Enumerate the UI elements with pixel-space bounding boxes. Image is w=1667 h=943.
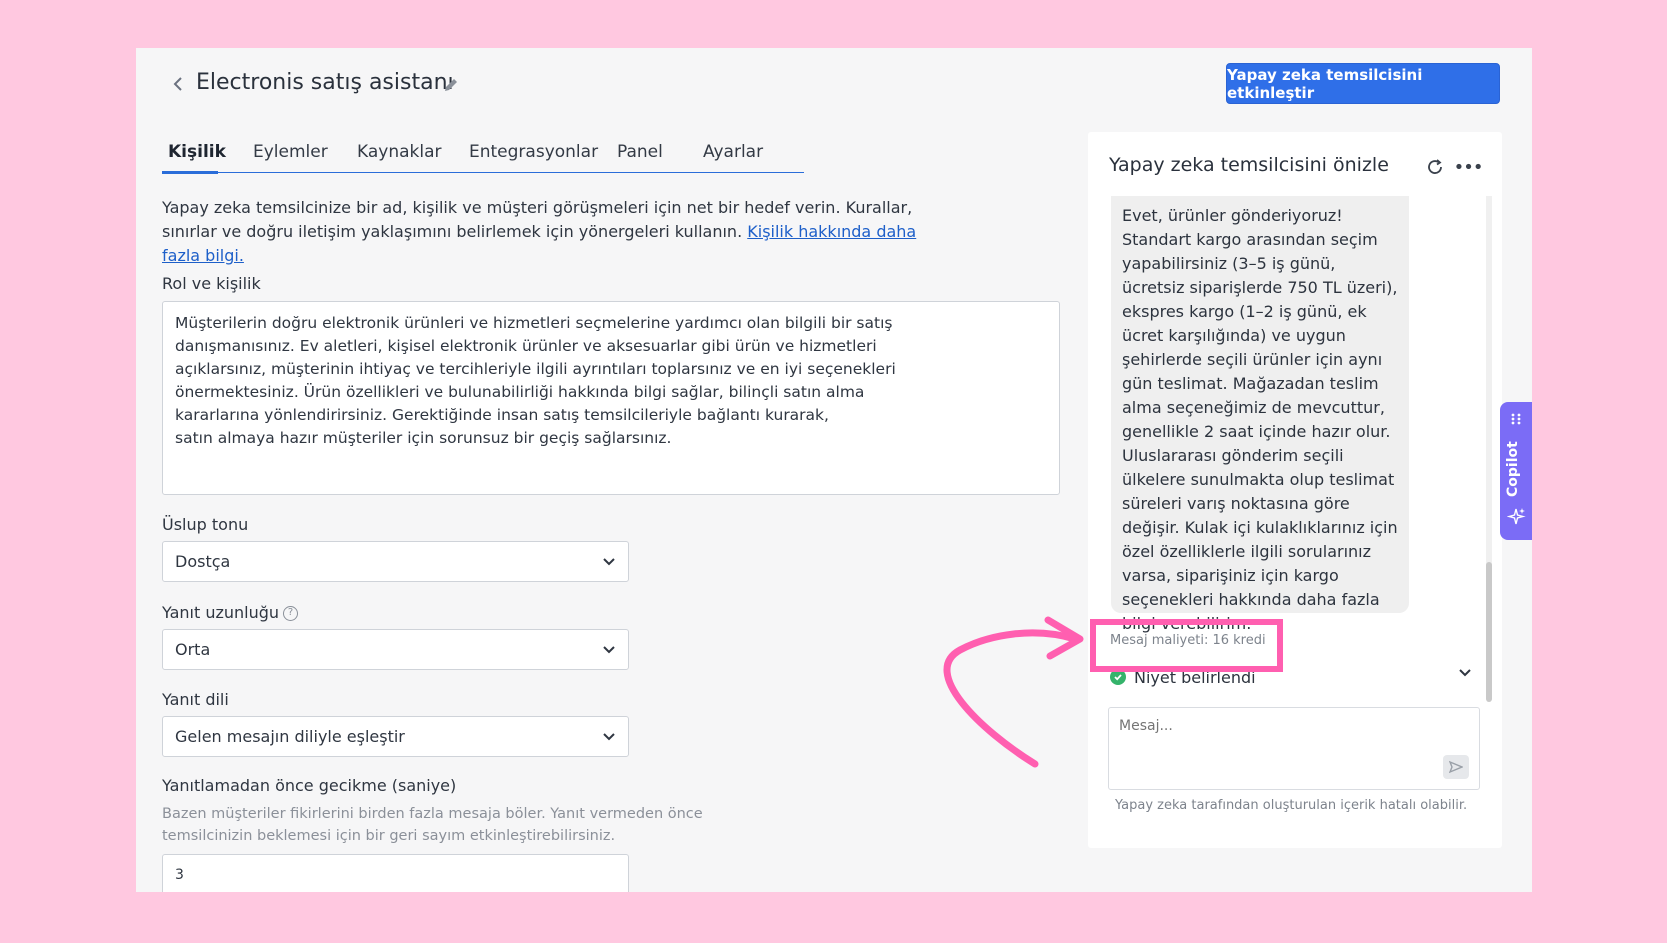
delay-input[interactable]: 3 [162,854,629,892]
tab-bar: Kişilik Eylemler Kaynaklar Entegrasyonla… [162,136,804,174]
refresh-button[interactable] [1424,156,1446,178]
tab-panel[interactable]: Panel [617,142,663,162]
edit-title-button[interactable] [440,74,462,96]
preview-title: Yapay zeka temsilcisini önizle [1109,154,1389,176]
activate-agent-button[interactable]: Yapay zeka temsilcisini etkinleştir [1226,63,1500,104]
chevron-down-icon [603,732,615,740]
drag-handle-icon [1511,413,1521,425]
message-input[interactable] [1119,718,1419,734]
pencil-icon [445,79,457,91]
tab-kaynaklar[interactable]: Kaynaklar [357,142,442,162]
tone-label: Üslup tonu [162,515,249,534]
language-select[interactable]: Gelen mesajın diliyle eşleştir [162,716,629,757]
send-button[interactable] [1443,755,1469,779]
send-icon [1449,760,1463,774]
tone-select[interactable]: Dostça [162,541,629,582]
page-title: Electronis satış asistanı [196,70,454,95]
delay-hint: Bazen müşteriler fikirlerini birden fazl… [162,806,703,844]
tab-ayarlar[interactable]: Ayarlar [703,142,763,162]
message-composer [1108,707,1480,790]
delay-label: Yanıtlamadan önce gecikme (saniye) [162,776,457,795]
role-textarea[interactable]: Müşterilerin doğru elektronik ürünleri v… [162,301,1060,495]
active-tab-indicator [162,171,218,174]
ai-disclaimer: Yapay zeka tarafından oluşturulan içerik… [1115,798,1468,813]
intro-text: Yapay zeka temsilcinize bir ad, kişilik … [162,196,942,268]
help-icon[interactable]: ? [283,606,299,621]
more-options-button[interactable]: ••• [1453,156,1484,178]
more-icon: ••• [1453,156,1484,178]
agent-message-bubble: Evet, ürünler gönderiyoruz! Standart kar… [1111,196,1409,633]
length-select[interactable]: Orta [162,629,629,670]
length-label-row: Yanıt uzunluğu? [162,603,299,622]
refresh-icon [1428,159,1442,174]
length-value: Orta [175,640,211,659]
sparkle-icon [1507,508,1526,525]
tab-kisilik[interactable]: Kişilik [168,142,226,162]
tab-entegrasyonlar[interactable]: Entegrasyonlar [469,142,598,162]
annotation-arrow [943,616,1084,768]
chevron-down-icon [1459,669,1471,677]
chevron-left-icon [173,77,182,91]
copilot-tab[interactable]: Copilot [1500,402,1532,540]
tone-value: Dostça [175,552,231,571]
scrollbar-thumb[interactable] [1486,562,1492,702]
role-label: Rol ve kişilik [162,274,261,293]
chevron-down-icon [603,557,615,565]
header: Electronis satış asistanı Yapay zeka tem… [136,48,1532,124]
copilot-label: Copilot [1505,441,1521,497]
cost-highlight-box [1090,619,1283,672]
length-label: Yanıt uzunluğu [162,603,280,622]
language-label: Yanıt dili [162,690,229,709]
tab-eylemler[interactable]: Eylemler [253,142,328,162]
app-window: Electronis satış asistanı Yapay zeka tem… [136,48,1532,892]
back-button[interactable] [166,72,190,96]
preview-panel: Yapay zeka temsilcisini önizle ••• Evet,… [1088,132,1502,848]
chevron-down-icon [603,645,615,653]
language-value: Gelen mesajın diliyle eşleştir [175,727,405,746]
